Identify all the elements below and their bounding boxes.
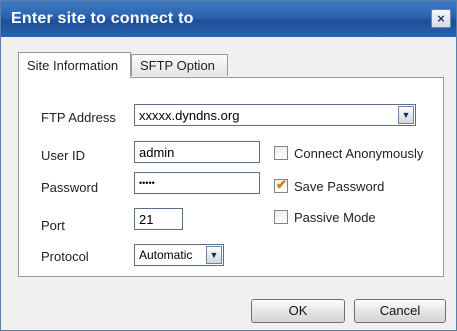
close-button[interactable]: × xyxy=(431,9,451,28)
ok-button[interactable]: OK xyxy=(251,299,345,323)
password-input[interactable]: ••••• xyxy=(134,172,260,194)
connect-dialog: Enter site to connect to × Site Informat… xyxy=(0,0,457,331)
tab-site-information[interactable]: Site Information xyxy=(18,52,131,78)
password-label: Password xyxy=(41,180,99,195)
chevron-down-icon: ▼ xyxy=(401,110,411,120)
ftp-address-value: xxxxx.dyndns.org xyxy=(139,108,240,123)
password-value: ••••• xyxy=(139,178,155,188)
cancel-button[interactable]: Cancel xyxy=(354,299,446,323)
title-bar[interactable]: Enter site to connect to × xyxy=(1,1,456,37)
connect-anonymously-checkbox[interactable] xyxy=(274,146,288,160)
checkmark-icon: ✔ xyxy=(276,177,287,192)
user-id-input[interactable]: admin xyxy=(134,141,260,163)
protocol-dropdown-button[interactable]: ▼ xyxy=(206,246,222,264)
ftp-address-dropdown-button[interactable]: ▼ xyxy=(398,106,414,124)
save-password-checkbox[interactable]: ✔ xyxy=(274,177,288,193)
connect-anonymously-label: Connect Anonymously xyxy=(294,146,424,161)
protocol-label: Protocol xyxy=(41,249,89,264)
port-label: Port xyxy=(41,218,65,233)
tab-label: SFTP Option xyxy=(140,58,215,73)
tab-label: Site Information xyxy=(27,58,119,73)
passive-mode-label: Passive Mode xyxy=(294,210,376,225)
ftp-address-label: FTP Address xyxy=(41,110,116,125)
protocol-select[interactable]: Automatic ▼ xyxy=(134,244,224,266)
port-value: 21 xyxy=(139,212,154,227)
chevron-down-icon: ▼ xyxy=(209,250,219,260)
tab-sftp-option[interactable]: SFTP Option xyxy=(131,54,228,76)
dialog-title: Enter site to connect to xyxy=(11,10,194,27)
close-icon: × xyxy=(437,11,445,26)
user-id-value: admin xyxy=(139,145,175,160)
ftp-address-combo[interactable]: xxxxx.dyndns.org ▼ xyxy=(134,104,416,126)
protocol-value: Automatic xyxy=(139,248,193,262)
user-id-label: User ID xyxy=(41,148,86,163)
port-input[interactable]: 21 xyxy=(134,208,183,230)
passive-mode-checkbox[interactable] xyxy=(274,210,288,224)
save-password-label: Save Password xyxy=(294,179,385,194)
